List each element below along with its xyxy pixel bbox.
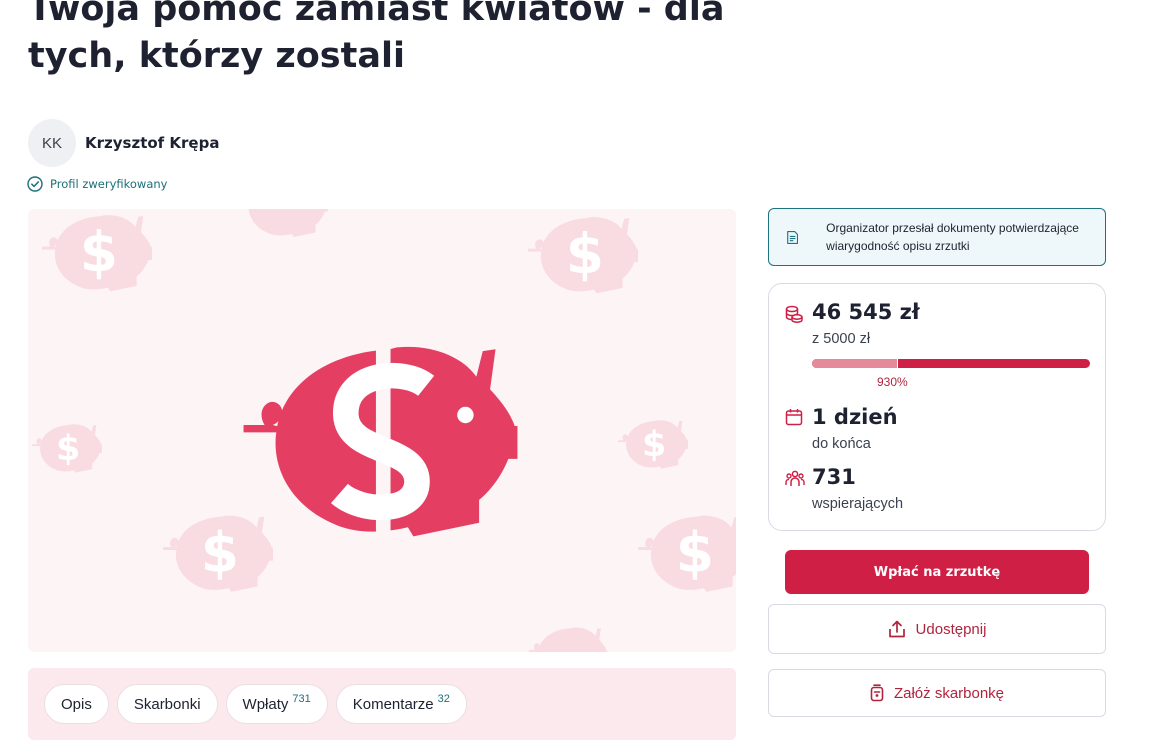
create-piggybank-label: Załóż skarbonkę [893, 684, 1005, 702]
calendar-icon [785, 409, 803, 426]
document-icon [787, 230, 799, 244]
stats-card: 46 545 zł z 5000 zł 930% 1 dzień do końc… [768, 283, 1106, 531]
author-name[interactable]: Krzysztof Krępa [85, 134, 219, 152]
donate-button[interactable]: Wpłać na zrzutkę [785, 550, 1089, 594]
progress-bar-fill [812, 359, 899, 368]
piggy-bank-pattern-icon [528, 623, 608, 652]
share-icon [888, 620, 905, 638]
supporters-label: wspierających [812, 496, 904, 512]
section-tabs: Opis Skarbonki Wpłaty 731 Komentarze 32 [28, 668, 736, 740]
verified-profile: Profil zweryfikowany [27, 176, 167, 192]
piggy-bank-pattern-icon [238, 209, 328, 239]
share-label: Udostępnij [915, 620, 987, 638]
tab-label: Skarbonki [133, 695, 201, 713]
check-circle-icon [27, 176, 43, 192]
tab-opis[interactable]: Opis [44, 684, 109, 724]
goal-amount: z 5000 zł [812, 331, 871, 347]
svg-text:$: $ [676, 521, 714, 585]
supporters-icon [785, 470, 805, 486]
tab-count: 731 [292, 693, 311, 705]
tab-komentarze[interactable]: Komentarze 32 [335, 684, 467, 724]
days-left-value: 1 dzień [812, 405, 898, 429]
avatar[interactable]: KK [28, 119, 76, 167]
progress-bar [812, 359, 1090, 368]
documents-notice-text: Organizator przesłał dokumenty potwierdz… [826, 221, 1079, 253]
amount-raised: 46 545 zł [812, 300, 920, 324]
tab-count: 32 [437, 693, 450, 705]
piggy-bank-pattern-icon: $ [42, 209, 152, 301]
svg-text:$: $ [566, 222, 604, 286]
piggy-bank-logo-icon [243, 343, 518, 538]
create-piggybank-button[interactable]: Załóż skarbonkę [768, 669, 1106, 717]
tab-wplaty[interactable]: Wpłaty 731 [225, 684, 328, 724]
campaign-image: $ $ $ $ $ $ [28, 209, 736, 652]
documents-notice: Organizator przesłał dokumenty potwierdz… [768, 208, 1106, 266]
svg-text:$: $ [80, 220, 118, 284]
piggy-bank-pattern-icon: $ [528, 209, 638, 303]
svg-text:$: $ [56, 429, 80, 469]
svg-text:$: $ [201, 521, 239, 585]
tab-label: Wpłaty [242, 695, 289, 713]
tab-label: Opis [61, 695, 92, 713]
piggy-bank-pattern-icon: $ [638, 509, 736, 594]
supporters-count: 731 [812, 465, 856, 489]
coins-icon [785, 305, 803, 323]
piggy-bank-pattern-icon: $ [32, 417, 102, 477]
tab-skarbonki[interactable]: Skarbonki [116, 684, 218, 724]
tab-label: Komentarze [352, 695, 434, 713]
page-title: Twoja pomoc zamiast kwiatów - dla tych, … [28, 0, 725, 76]
author[interactable]: KK Krzysztof Krępa [28, 119, 219, 167]
progress-percent: 930% [877, 375, 908, 389]
piggy-bank-pattern-icon: $ [618, 413, 688, 473]
svg-text:$: $ [642, 425, 666, 465]
share-button[interactable]: Udostępnij [768, 604, 1106, 654]
verified-label: Profil zweryfikowany [50, 177, 168, 191]
piggy-jar-icon [870, 684, 884, 702]
days-left-label: do końca [812, 436, 871, 452]
